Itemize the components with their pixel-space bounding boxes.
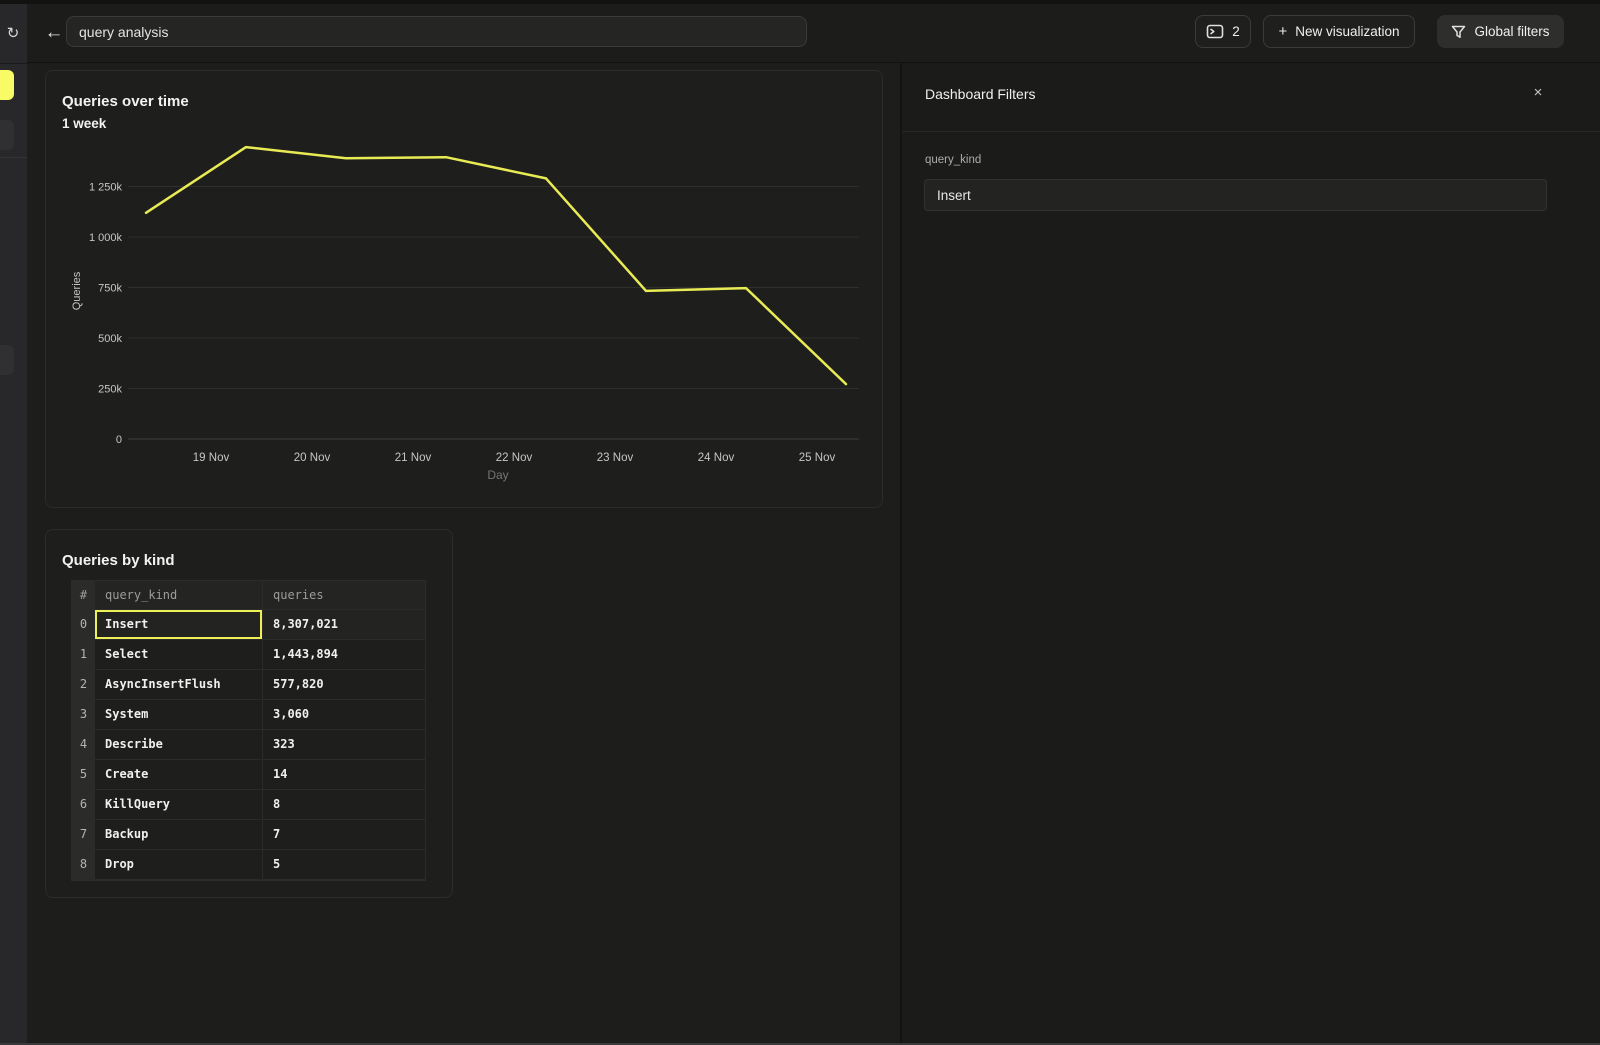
table-body: 0Insert8,307,0211Select1,443,8942AsyncIn… [72, 610, 425, 880]
table-row: 5Create14 [72, 760, 425, 790]
table-row: 2AsyncInsertFlush577,820 [72, 670, 425, 700]
table-row: 7Backup7 [72, 820, 425, 850]
queries-value-cell[interactable]: 14 [262, 760, 425, 790]
queries-line-series [146, 147, 846, 384]
y-axis-tick-label: 250k [98, 384, 122, 396]
top-bar: ← 2 + New visualization Global filters [27, 4, 1600, 63]
sidebar-item-dashboard[interactable] [0, 120, 14, 150]
queries-value-cell[interactable]: 323 [262, 730, 425, 760]
history-icon[interactable]: ↻ [1, 22, 25, 46]
y-axis-tick-label: 500k [98, 333, 122, 345]
global-filters-label: Global filters [1474, 24, 1549, 39]
query-kind-cell[interactable]: Describe [95, 730, 262, 760]
filter-field-label: query_kind [925, 154, 981, 166]
y-axis-tick-label: 1 000k [89, 232, 123, 244]
table-header-queries: queries [262, 581, 425, 610]
table-header-index: # [72, 581, 95, 610]
panel-title: Dashboard Filters [925, 86, 1036, 102]
queries-value-cell[interactable]: 1,443,894 [262, 640, 425, 670]
table-row: 8Drop5 [72, 850, 425, 880]
y-axis-tick-label: 0 [116, 434, 122, 446]
plus-icon: + [1278, 23, 1287, 40]
console-count-badge: 2 [1232, 24, 1240, 39]
terminal-icon [1206, 24, 1224, 39]
dashboard-title-input[interactable] [66, 16, 807, 47]
close-icon[interactable]: × [1526, 81, 1550, 105]
x-axis-tick-label: 22 Nov [496, 452, 533, 464]
dashboard-filters-panel: Dashboard Filters × query_kind [900, 63, 1600, 1043]
row-index-cell: 1 [72, 640, 95, 670]
y-axis-title: Queries [71, 271, 83, 310]
queries-table: # query_kind queries 0Insert8,307,0211Se… [71, 580, 426, 881]
query-kind-filter-input[interactable] [924, 179, 1547, 211]
table-row: 3System3,060 [72, 700, 425, 730]
row-index-cell: 4 [72, 730, 95, 760]
query-kind-cell[interactable]: KillQuery [95, 790, 262, 820]
sidebar-item-active-dashboard[interactable] [0, 70, 14, 100]
row-index-cell: 7 [72, 820, 95, 850]
table-row: 0Insert8,307,021 [72, 610, 425, 640]
query-kind-cell[interactable]: Select [95, 640, 262, 670]
queries-value-cell[interactable]: 577,820 [262, 670, 425, 700]
y-axis-tick-label: 1 250k [89, 182, 123, 194]
dashboard-page: ↻ ← 2 + New visualization Global filters [0, 0, 1600, 1045]
x-axis-tick-label: 21 Nov [395, 452, 432, 464]
y-axis-tick-label: 750k [98, 283, 122, 295]
queries-value-cell[interactable]: 8 [262, 790, 425, 820]
filter-funnel-icon [1451, 25, 1466, 39]
x-axis-tick-label: 24 Nov [698, 452, 735, 464]
query-kind-cell[interactable]: Drop [95, 850, 262, 880]
queries-value-cell[interactable]: 5 [262, 850, 425, 880]
queries-value-cell[interactable]: 8,307,021 [262, 610, 425, 640]
queries-over-time-card: Queries over time 1 week 0250k500k750k1 … [45, 70, 883, 508]
queries-value-cell[interactable]: 7 [262, 820, 425, 850]
row-index-cell: 6 [72, 790, 95, 820]
table-row: 4Describe323 [72, 730, 425, 760]
table-row: 6KillQuery8 [72, 790, 425, 820]
sidebar-divider [0, 63, 27, 64]
main-content: Queries over time 1 week 0250k500k750k1 … [27, 63, 900, 1043]
new-visualization-button[interactable]: + New visualization [1263, 15, 1415, 48]
left-sidebar: ↻ [0, 4, 27, 1045]
row-index-cell: 0 [72, 610, 95, 640]
queries-value-cell[interactable]: 3,060 [262, 700, 425, 730]
x-axis-tick-label: 19 Nov [193, 452, 230, 464]
table-title: Queries by kind [62, 552, 175, 569]
query-kind-cell[interactable]: Create [95, 760, 262, 790]
x-axis-title: Day [487, 468, 508, 482]
x-axis-tick-label: 23 Nov [597, 452, 634, 464]
global-filters-button[interactable]: Global filters [1437, 15, 1564, 48]
query-kind-cell[interactable]: Backup [95, 820, 262, 850]
back-arrow-icon[interactable]: ← [40, 19, 68, 47]
row-index-cell: 8 [72, 850, 95, 880]
new-visualization-label: New visualization [1295, 24, 1399, 39]
sidebar-item-dashboard[interactable] [0, 345, 14, 375]
queries-over-time-chart[interactable]: 0 250k 500k 750k 1 000k 1 250k 19 Nov 20 Nov 21 … [46, 71, 884, 508]
row-index-cell: 5 [72, 760, 95, 790]
x-axis-tick-label: 25 Nov [799, 452, 836, 464]
query-kind-cell[interactable]: System [95, 700, 262, 730]
query-kind-cell[interactable]: Insert [95, 610, 262, 640]
table-header-query-kind: query_kind [95, 581, 262, 610]
table-header-row: # query_kind queries [72, 581, 425, 610]
queries-by-kind-card: Queries by kind # query_kind queries 0In… [45, 529, 453, 898]
table-row: 1Select1,443,894 [72, 640, 425, 670]
query-kind-cell[interactable]: AsyncInsertFlush [95, 670, 262, 700]
row-index-cell: 2 [72, 670, 95, 700]
sidebar-divider [0, 157, 27, 158]
panel-divider [902, 131, 1600, 132]
sql-console-button[interactable]: 2 [1195, 15, 1251, 48]
x-axis-tick-label: 20 Nov [294, 452, 331, 464]
row-index-cell: 3 [72, 700, 95, 730]
